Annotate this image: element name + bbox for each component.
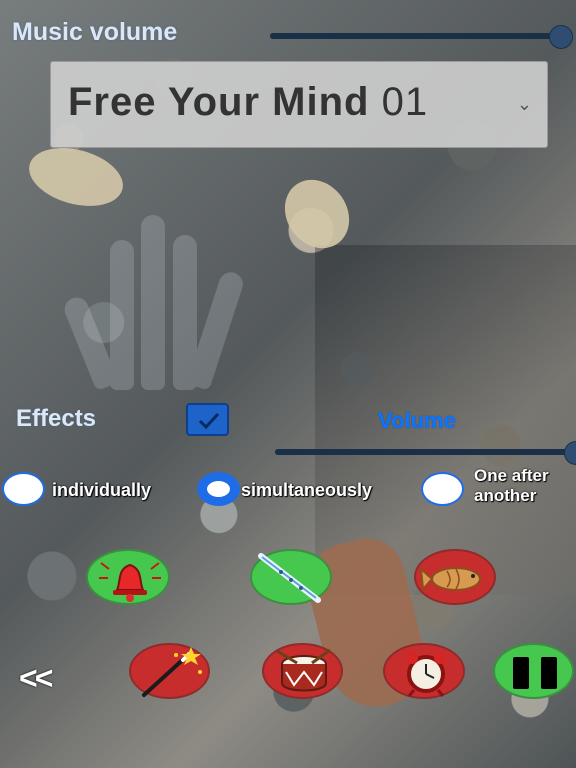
effects-label: Effects (16, 405, 97, 432)
effects-checkbox[interactable] (186, 403, 229, 436)
drum-icon (276, 648, 331, 692)
bell-icon (99, 562, 161, 602)
drum-button[interactable] (262, 643, 343, 699)
music-volume-slider[interactable] (270, 25, 573, 49)
individually-label: individually (52, 480, 152, 500)
fish-icon (419, 566, 481, 592)
track-name: Free Your Mind 01 (68, 80, 428, 125)
track-number: 01 (381, 80, 429, 124)
alarm-clock-icon (406, 652, 446, 697)
bell-button[interactable] (86, 549, 170, 605)
hand-overlay (61, 170, 246, 392)
one-after-another-label: One after another (474, 466, 549, 505)
simultaneously-radio[interactable] (197, 472, 240, 506)
checkmark-icon (198, 412, 220, 430)
music-volume-thumb[interactable] (549, 25, 573, 49)
fish-button[interactable] (414, 549, 496, 605)
track-title: Free Your Mind (68, 80, 370, 124)
flute-icon (258, 553, 321, 603)
alarm-clock-button[interactable] (383, 643, 465, 699)
individually-radio[interactable] (2, 472, 45, 506)
simultaneously-label: simultaneously (241, 480, 373, 500)
magic-wand-icon (142, 647, 202, 697)
pause-icon (513, 657, 557, 689)
back-button[interactable]: << (19, 660, 53, 697)
one-after-another-radio[interactable] (421, 472, 464, 506)
volume-fill (275, 449, 575, 455)
track-select[interactable]: Free Your Mind 01 ⌄ (50, 61, 548, 148)
magic-wand-button[interactable] (129, 643, 210, 699)
volume-slider[interactable] (275, 441, 576, 465)
flute-button[interactable] (250, 549, 332, 605)
chevron-down-icon: ⌄ (516, 94, 532, 114)
volume-label: Volume (378, 408, 456, 433)
music-volume-label: Music volume (12, 18, 178, 46)
pause-button[interactable] (493, 643, 574, 699)
music-volume-fill (270, 33, 560, 39)
